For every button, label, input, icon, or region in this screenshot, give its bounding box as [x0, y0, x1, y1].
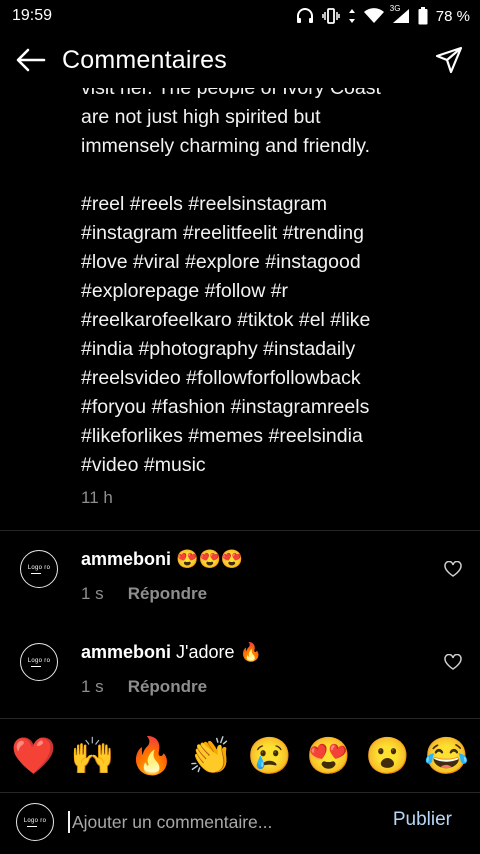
comment-time: 1 s	[81, 584, 104, 603]
comment-meta: 1 s Répondre	[81, 677, 207, 697]
vibrate-icon	[322, 8, 340, 24]
publish-button[interactable]: Publier	[393, 809, 452, 831]
comment-text: 😍😍😍	[176, 549, 244, 569]
battery-percent: 78 %	[435, 7, 470, 25]
caption-text: visit her. The people of Ivory Coast are…	[81, 88, 381, 476]
emoji-reaction-bar: ❤️ 🙌 🔥 👏 😢 😍 😮 😂	[0, 718, 480, 792]
comment-composer: Logo ro Ajouter un commentaire... Publie…	[0, 792, 480, 854]
avatar-logo-text: Logo ro	[27, 564, 51, 571]
emoji-cry-button[interactable]: 😢	[244, 735, 296, 776]
emoji-heart-eyes-button[interactable]: 😍	[303, 735, 355, 776]
avatar[interactable]: Logo ro	[20, 643, 58, 681]
emoji-fire-button[interactable]: 🔥	[126, 735, 178, 776]
comment-input[interactable]: Ajouter un commentaire...	[68, 811, 272, 833]
status-icons: 3G 78 %	[296, 4, 470, 25]
data-arrows-icon	[348, 9, 355, 23]
like-heart-icon[interactable]	[444, 561, 462, 577]
back-button[interactable]	[14, 43, 48, 77]
avatar-logo-text: Logo ro	[27, 657, 51, 664]
caption-timestamp: 11 h	[81, 488, 113, 507]
emoji-laugh-button[interactable]: 😂	[421, 735, 473, 776]
divider	[0, 530, 480, 531]
avatar: Logo ro	[16, 803, 54, 841]
comment-body: ammeboni 😍😍😍	[81, 549, 243, 570]
comment-item: Logo ro ammeboni 😍😍😍 1 s Répondre	[0, 549, 480, 639]
wifi-icon	[363, 8, 384, 23]
emoji-raised-hands-button[interactable]: 🙌	[67, 735, 119, 776]
comment-time: 1 s	[81, 677, 104, 696]
battery-icon	[418, 7, 428, 25]
share-button[interactable]	[432, 43, 466, 77]
emoji-clap-button[interactable]: 👏	[185, 735, 237, 776]
status-time: 19:59	[12, 7, 53, 24]
avatar-logo-text: Logo ro	[23, 817, 47, 824]
back-arrow-icon	[16, 48, 46, 72]
emoji-surprised-button[interactable]: 😮	[362, 735, 414, 776]
cellular-signal-icon: 3G	[390, 4, 410, 24]
headphones-icon	[296, 8, 313, 23]
comment-username[interactable]: ammeboni	[81, 549, 171, 569]
emoji-heart-button[interactable]: ❤️	[8, 735, 60, 776]
comment-meta: 1 s Répondre	[81, 584, 207, 604]
header-bar: Commentaires	[0, 32, 480, 88]
comment-text: J'adore 🔥	[176, 642, 262, 662]
page-title: Commentaires	[62, 45, 227, 74]
avatar[interactable]: Logo ro	[20, 550, 58, 588]
like-heart-icon[interactable]	[444, 654, 462, 670]
network-type: 3G	[389, 4, 401, 13]
reply-button[interactable]: Répondre	[128, 677, 207, 697]
status-bar: 19:59 3G 78 %	[0, 0, 480, 32]
reply-button[interactable]: Répondre	[128, 584, 207, 604]
send-icon	[435, 46, 463, 74]
comment-body: ammeboni J'adore 🔥	[81, 642, 262, 663]
comment-username[interactable]: ammeboni	[81, 642, 171, 662]
caption-area: visit her. The people of Ivory Coast are…	[0, 88, 480, 530]
